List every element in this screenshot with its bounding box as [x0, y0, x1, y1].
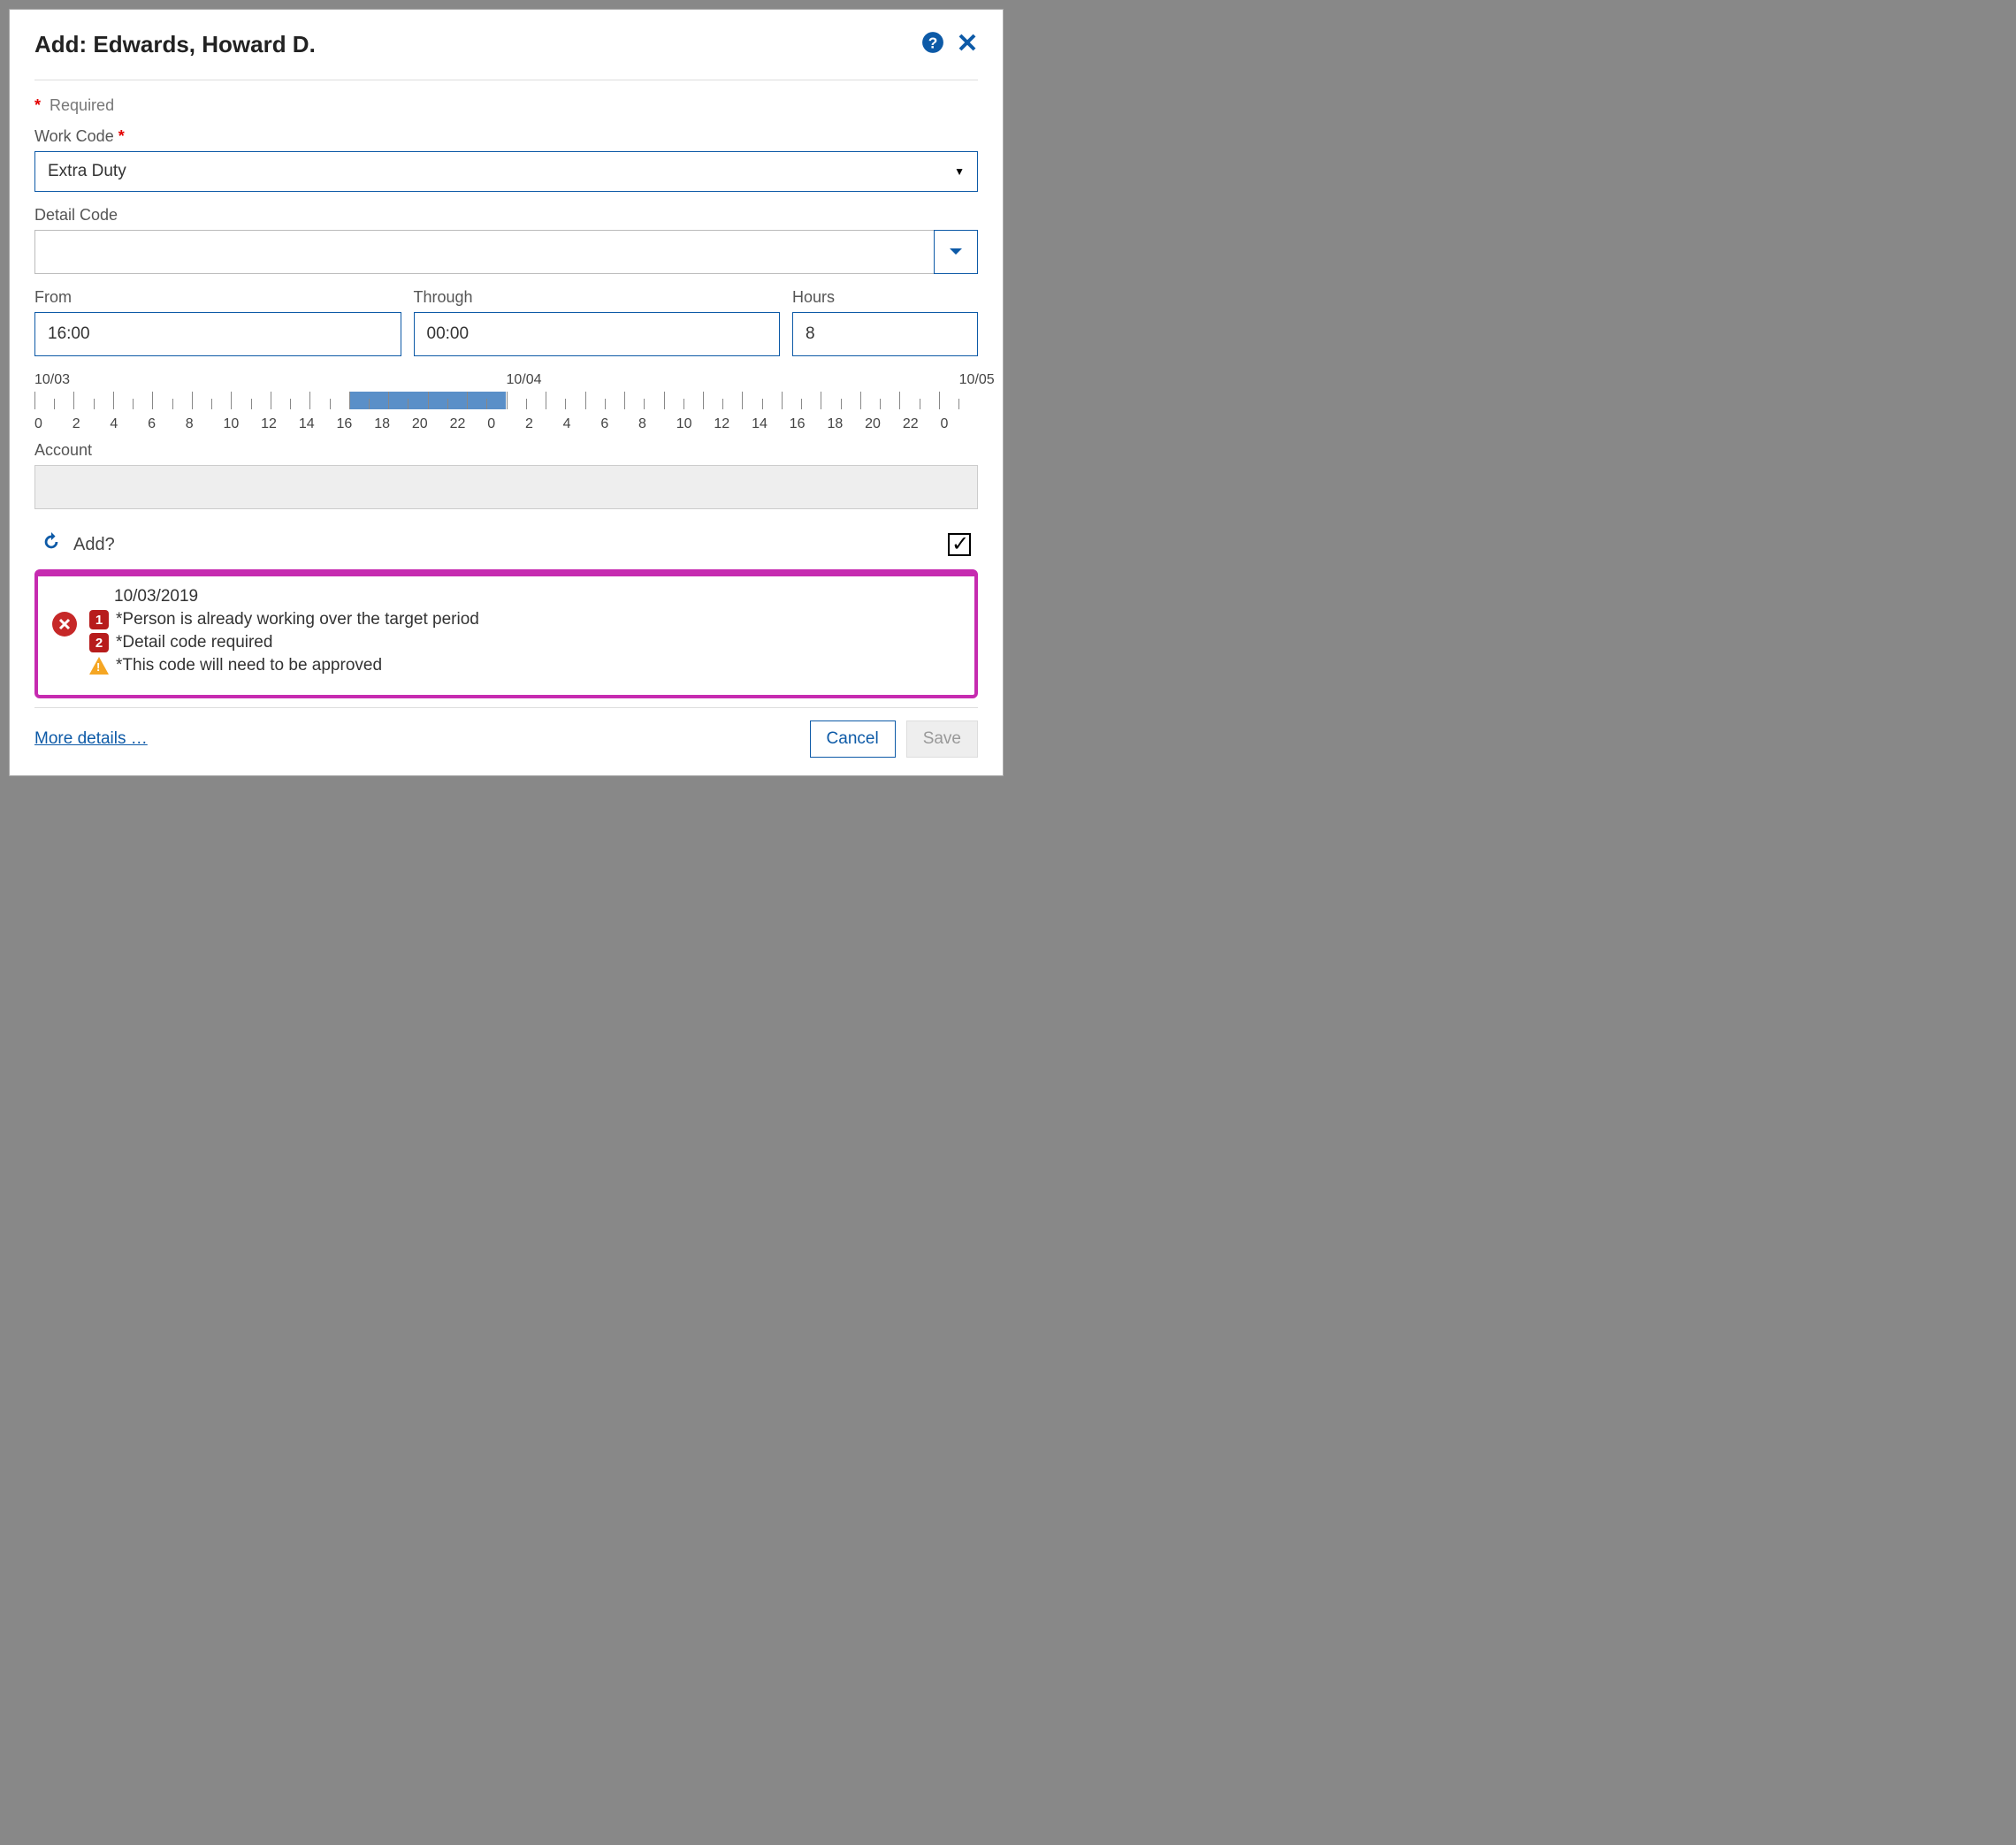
timeline-hour: 10: [223, 416, 261, 432]
validation-item-2: 2 *Detail code required: [89, 633, 479, 652]
required-star: *: [34, 96, 41, 114]
through-label: Through: [414, 288, 781, 307]
timeline-ruler[interactable]: [34, 390, 978, 416]
validation-text-3: *This code will need to be approved: [116, 656, 382, 675]
timeline-hour: 4: [110, 416, 148, 432]
timeline-date-1: 10/03: [34, 372, 507, 388]
dialog-title: Add: Edwards, Howard D.: [34, 31, 316, 58]
timeline-hour: 20: [865, 416, 903, 432]
hours-label: Hours: [792, 288, 978, 307]
chevron-down-icon: [949, 248, 963, 256]
timeline-hour: 20: [412, 416, 450, 432]
required-label: Required: [50, 96, 114, 114]
hours-input[interactable]: 8: [792, 312, 978, 356]
timeline-hour: 6: [148, 416, 186, 432]
timeline-hour: 2: [525, 416, 563, 432]
add-label: Add?: [73, 535, 115, 555]
add-left: Add?: [42, 532, 115, 557]
dialog-header: Add: Edwards, Howard D. ?: [34, 31, 978, 80]
svg-text:?: ?: [928, 34, 938, 52]
add-dialog: Add: Edwards, Howard D. ? * Required Wor…: [9, 9, 1004, 776]
chevron-down-icon: ▼: [954, 165, 965, 178]
timeline-hour: 8: [186, 416, 224, 432]
validation-date: 10/03/2019: [114, 587, 479, 606]
timeline-hour: 12: [261, 416, 299, 432]
timeline-hour: 0: [487, 416, 525, 432]
close-icon[interactable]: [957, 32, 978, 57]
validation-item-3: *This code will need to be approved: [89, 656, 479, 675]
error-badge-1: 1: [89, 610, 109, 629]
timeline-hour: 0: [34, 416, 73, 432]
validation-panel: 10/03/2019 1 *Person is already working …: [34, 569, 978, 698]
more-details-link[interactable]: More details …: [34, 729, 148, 749]
dialog-footer: More details … Cancel Save: [34, 707, 978, 758]
hours-column: Hours 8: [792, 288, 978, 356]
timeline-dates: 10/03 10/04 10/05: [34, 372, 978, 388]
validation-text-1: *Person is already working over the targ…: [116, 610, 479, 629]
detail-code-input[interactable]: [34, 230, 935, 274]
refresh-icon[interactable]: [42, 532, 61, 557]
from-column: From 16:00: [34, 288, 401, 356]
through-column: Through 00:00: [414, 288, 781, 356]
through-input[interactable]: 00:00: [414, 312, 781, 356]
timeline: 10/03 10/04 10/05 0246810121416182022024…: [34, 372, 978, 432]
detail-code-combo: [34, 230, 978, 274]
from-label: From: [34, 288, 401, 307]
timeline-date-2: 10/04: [507, 372, 959, 388]
account-label: Account: [34, 441, 978, 460]
timeline-hour: 22: [450, 416, 488, 432]
add-checkbox[interactable]: [948, 533, 971, 556]
from-input[interactable]: 16:00: [34, 312, 401, 356]
detail-code-dropdown-button[interactable]: [934, 230, 978, 274]
warning-icon: [89, 657, 109, 675]
footer-buttons: Cancel Save: [810, 720, 978, 758]
timeline-hour: 6: [600, 416, 638, 432]
validation-lines: 10/03/2019 1 *Person is already working …: [89, 587, 479, 679]
timeline-hour: 14: [752, 416, 790, 432]
timeline-hour: 4: [563, 416, 601, 432]
timeline-hour: 18: [827, 416, 865, 432]
timeline-hour: 8: [638, 416, 676, 432]
timeline-hour: 16: [337, 416, 375, 432]
timeline-hour: 22: [903, 416, 941, 432]
timeline-hour-labels: 024681012141618202202468101214161820220: [34, 416, 978, 432]
timeline-ticks: [34, 390, 978, 409]
timeline-hour: 0: [941, 416, 979, 432]
time-row: From 16:00 Through 00:00 Hours 8: [34, 288, 978, 356]
timeline-hour: 12: [714, 416, 752, 432]
help-icon[interactable]: ?: [921, 31, 944, 58]
account-input[interactable]: [34, 465, 978, 509]
work-code-label: Work Code *: [34, 127, 978, 146]
timeline-date-3: 10/05: [959, 372, 995, 388]
work-code-select[interactable]: Extra Duty ▼: [34, 151, 978, 192]
timeline-hour: 14: [299, 416, 337, 432]
validation-text-2: *Detail code required: [116, 633, 272, 652]
cancel-button[interactable]: Cancel: [810, 720, 896, 758]
timeline-hour: 16: [790, 416, 828, 432]
detail-code-label: Detail Code: [34, 206, 978, 225]
save-button[interactable]: Save: [906, 720, 978, 758]
timeline-hour: 2: [73, 416, 111, 432]
header-icons: ?: [921, 31, 978, 58]
add-row: Add?: [34, 532, 978, 557]
error-badge-2: 2: [89, 633, 109, 652]
validation-item-1: 1 *Person is already working over the ta…: [89, 610, 479, 629]
work-code-value: Extra Duty: [48, 162, 126, 181]
timeline-hour: 10: [676, 416, 714, 432]
error-icon: [52, 612, 77, 637]
timeline-hour: 18: [374, 416, 412, 432]
required-hint: * Required: [34, 96, 978, 115]
